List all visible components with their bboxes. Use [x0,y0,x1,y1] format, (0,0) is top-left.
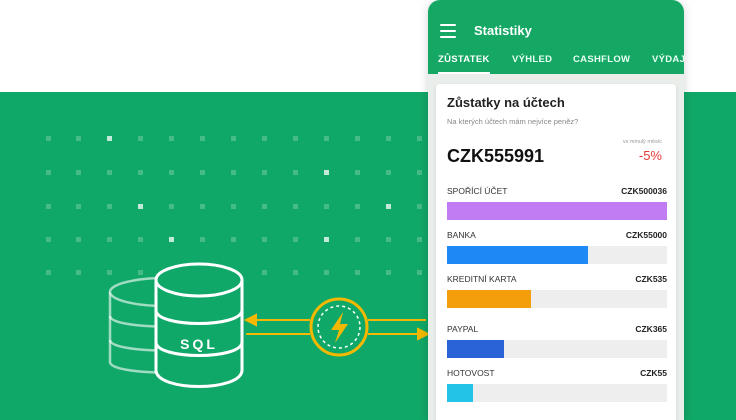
account-bar-track [447,340,667,358]
account-bar [447,384,474,402]
account-value: CZK365 [635,324,667,334]
tab-vyhled[interactable]: VÝHLED [512,46,552,74]
account-bar-track [447,202,667,220]
account-name: HOTOVOST [447,368,495,378]
comparison-value: -5% [638,148,662,163]
account-name: BANKA [447,230,476,240]
account-value: CZK535 [635,274,667,284]
tab-zustatek[interactable]: ZŮSTATEK [438,46,490,74]
account-name: SPOŘÍCÍ ÚČET [447,186,508,196]
database-icon [154,262,244,388]
account-bar-track [447,384,667,402]
account-value: CZK55000 [625,230,667,240]
balances-card: Zůstatky na účtech Na kterých účtech mám… [436,84,676,420]
account-bar [447,290,531,308]
account-bar [447,340,505,358]
tab-cashflow[interactable]: CASHFLOW [573,46,630,74]
account-bar [447,202,667,220]
card-subtitle: Na kterých účtech mám nejvíce peněz? [447,117,579,126]
account-name: PAYPAL [447,324,479,334]
tab-bar: ZŮSTATEK VÝHLED CASHFLOW VÝDAJ [428,46,684,74]
account-value: CZK500036 [621,186,667,196]
card-title: Zůstatky na účtech [447,95,565,110]
account-bar-track [447,246,667,264]
phone-screen: Statistiky ZŮSTATEK VÝHLED CASHFLOW VÝDA… [428,0,684,420]
account-bar-track [447,290,667,308]
tab-vydaje[interactable]: VÝDAJ [652,46,684,74]
lightning-icon [309,297,369,357]
sql-label: SQL [180,336,218,352]
page-title: Statistiky [474,23,532,38]
total-balance: CZK555991 [447,146,545,166]
account-value: CZK55 [640,368,667,378]
app-bar: Statistiky ZŮSTATEK VÝHLED CASHFLOW VÝDA… [428,0,684,74]
account-bar [447,246,588,264]
comparison-label: vs minulý měsíc [622,139,662,145]
account-name: KREDITNÍ KARTA [447,274,517,284]
menu-icon[interactable] [440,24,456,38]
